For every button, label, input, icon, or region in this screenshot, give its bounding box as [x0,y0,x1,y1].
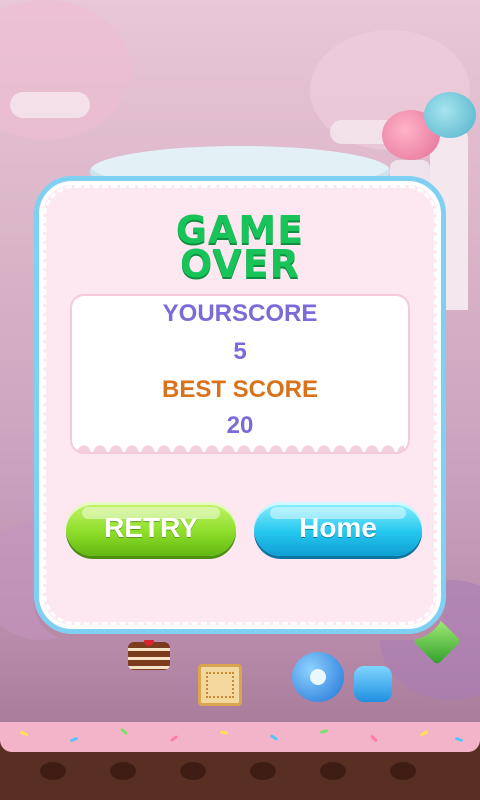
pink-frosting [0,722,480,752]
game-over-title-line2: OVER [180,242,300,286]
retry-button-label: RETRY [104,512,198,543]
home-button[interactable]: Home [254,502,422,556]
best-score-label: BEST SCORE [161,376,319,403]
best-score-value: 20 [226,412,254,439]
biscuit-icon [198,664,242,706]
cake-slice-icon [128,636,170,670]
your-score-value: 5 [233,338,247,365]
retry-button[interactable]: RETRY [66,502,236,556]
score-box-scallop [76,438,404,452]
blue-jelly-candy-icon [354,666,392,702]
blue-bomb-candy-icon [292,652,344,702]
your-score-label: YOURSCORE [162,300,318,327]
home-button-label: Home [299,512,377,543]
